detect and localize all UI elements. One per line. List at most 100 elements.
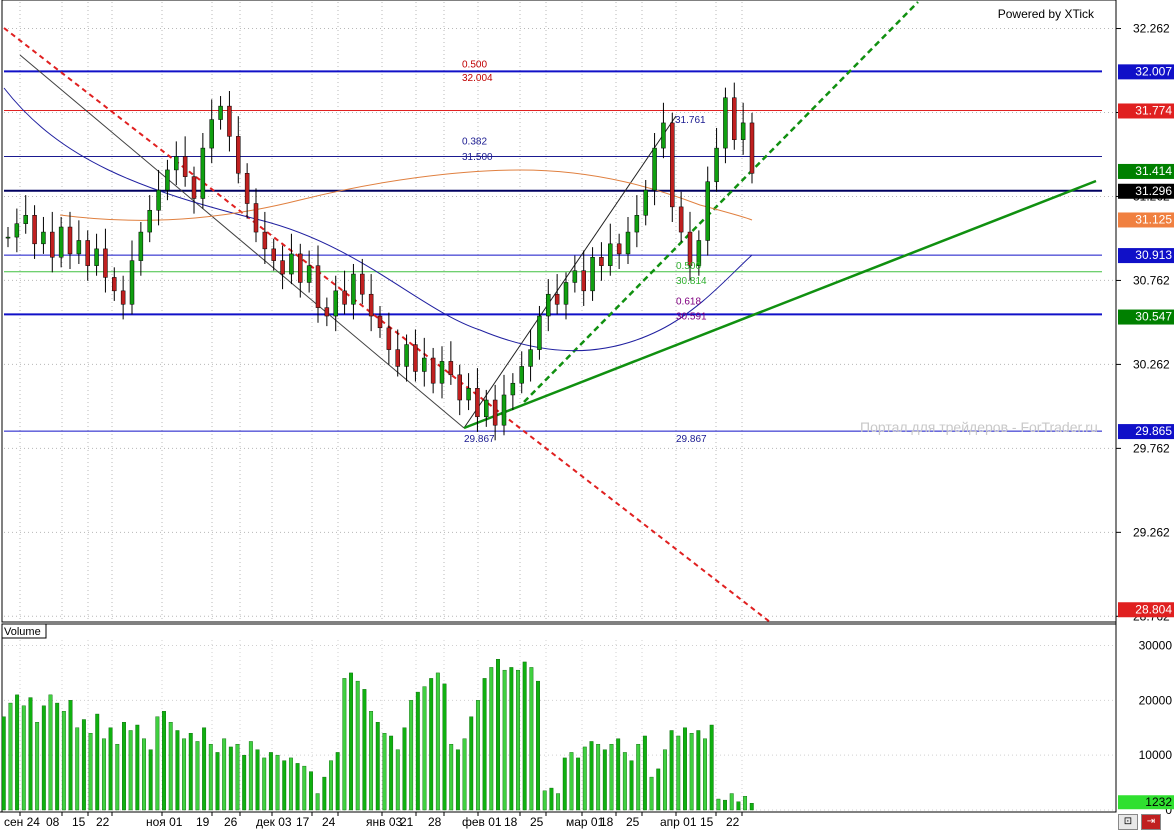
candle-body — [670, 122, 675, 208]
candle-body — [537, 315, 542, 350]
volume-bar — [21, 705, 26, 811]
candle-body — [678, 206, 684, 233]
candle-body — [377, 315, 383, 329]
volume-bar — [656, 768, 661, 811]
fib-label: 29.867 — [676, 434, 707, 445]
volume-bar — [516, 669, 520, 811]
volume-bar — [222, 738, 227, 811]
volume-bar — [329, 760, 333, 811]
volume-bar — [596, 743, 601, 811]
volume-label: Volume — [4, 626, 41, 638]
candle-body — [554, 293, 560, 305]
candle-body — [519, 366, 524, 384]
volume-bar — [409, 700, 414, 811]
glasses-icon[interactable]: ⊡ — [1118, 814, 1138, 830]
price-tag-value: 29.865 — [1135, 424, 1172, 438]
fib-label: 30.591 — [676, 311, 707, 322]
candle-body — [732, 97, 737, 140]
volume-bar — [469, 716, 474, 811]
candle-body — [227, 105, 232, 137]
volume-bar — [609, 743, 614, 811]
volume-bar — [48, 694, 53, 811]
candle-body — [546, 293, 551, 317]
volume-bar — [41, 705, 46, 811]
volume-bar — [195, 741, 200, 811]
candle-body — [466, 388, 471, 401]
candle-body — [129, 260, 135, 305]
volume-bar — [629, 760, 634, 811]
candle-body — [58, 226, 64, 258]
date-tick-label: апр 01 — [660, 815, 697, 829]
candle-body — [528, 349, 533, 367]
date-tick-label: 18 — [600, 815, 614, 829]
volume-bar — [248, 741, 253, 811]
volume-bar — [335, 752, 340, 811]
volume-bar — [696, 730, 701, 811]
price-tag-value: 31.774 — [1135, 103, 1172, 117]
volume-bar — [309, 771, 313, 811]
volume-bar — [288, 757, 293, 811]
candle-body — [76, 240, 82, 255]
volume-bar — [602, 749, 607, 811]
volume-bar — [208, 743, 213, 811]
fib-label: 31.761 — [675, 115, 706, 126]
candle-body — [342, 290, 347, 305]
candle-body — [484, 399, 489, 418]
candle-body — [714, 147, 719, 182]
candle-body — [174, 156, 179, 171]
date-tick-label: 21 — [400, 815, 414, 829]
volume-bar — [582, 746, 587, 811]
volume-bar — [536, 680, 540, 811]
volume-bar — [275, 754, 280, 811]
date-tick-label: 22 — [726, 815, 740, 829]
candle-body — [209, 119, 214, 149]
candle-body — [430, 357, 436, 384]
fib-label: 0.500 — [462, 59, 487, 70]
volume-bar — [529, 667, 534, 811]
price-tag-value: 31.414 — [1135, 164, 1172, 178]
volume-bar — [228, 746, 233, 811]
date-tick-label: 24 — [322, 815, 336, 829]
candle-body — [147, 209, 152, 233]
candle-body — [324, 307, 330, 317]
candle-body — [165, 169, 170, 191]
price-tick-label: 30.262 — [1133, 357, 1170, 371]
candle-body — [156, 189, 161, 211]
fib-label: 32.004 — [462, 73, 493, 84]
date-tick-label: янв 03 — [366, 815, 403, 829]
candle-body — [510, 382, 516, 396]
volume-bar — [475, 700, 480, 811]
candle-body — [236, 136, 241, 174]
volume-bar — [95, 713, 100, 811]
volume-bar — [215, 752, 220, 811]
date-tick-label: 17 — [296, 815, 310, 829]
candle-body — [50, 231, 55, 258]
candle-body — [501, 394, 507, 426]
volume-bar — [235, 743, 240, 811]
candle-body — [253, 203, 259, 233]
candle-body — [182, 156, 188, 177]
candle-body — [422, 357, 427, 372]
candle-body — [103, 248, 108, 278]
volume-bar — [255, 749, 260, 811]
volume-bar — [88, 733, 93, 811]
fib-label: 0.618 — [676, 296, 701, 307]
candle-body — [23, 215, 28, 224]
date-tick-label: мар 01 — [566, 815, 605, 829]
volume-bar — [128, 730, 133, 811]
candle-body — [244, 173, 250, 204]
volume-bar — [496, 658, 500, 811]
volume-bar — [182, 738, 187, 811]
volume-bar — [108, 727, 113, 811]
volume-bar — [375, 722, 380, 811]
candle-body — [413, 344, 418, 372]
price-tag-value: 31.125 — [1135, 212, 1172, 226]
candle-body — [563, 282, 569, 305]
volume-bar — [683, 727, 687, 811]
volume-bar — [509, 667, 514, 811]
volume-bar — [676, 735, 681, 811]
volume-bar — [68, 700, 73, 811]
price-tag-value: 28.804 — [1135, 602, 1172, 616]
exit-icon[interactable]: ⇥ — [1141, 814, 1161, 830]
candle-body — [112, 277, 117, 292]
